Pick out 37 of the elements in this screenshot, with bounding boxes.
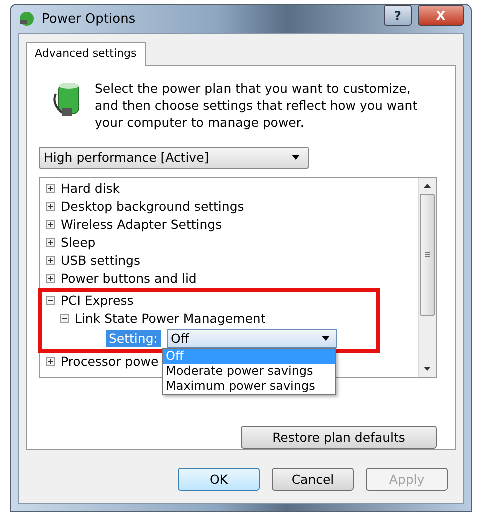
scroll-down-icon[interactable] xyxy=(424,367,431,371)
expand-icon[interactable] xyxy=(46,184,55,194)
expand-icon[interactable] xyxy=(46,274,55,284)
tree-item[interactable]: Desktop background settings xyxy=(46,198,244,216)
tree-item[interactable]: Hard disk xyxy=(46,180,120,198)
expand-icon[interactable] xyxy=(46,202,55,212)
tree-item[interactable]: Link State Power Management xyxy=(46,310,266,328)
tree-item[interactable]: Wireless Adapter Settings xyxy=(46,216,222,234)
collapse-icon[interactable] xyxy=(60,314,69,324)
grip-icon xyxy=(425,252,430,258)
setting-dropdown[interactable]: Off xyxy=(166,328,337,348)
restore-defaults-button[interactable]: Restore plan defaults xyxy=(241,426,437,449)
expand-icon[interactable] xyxy=(46,256,55,266)
dropdown-option[interactable]: Maximum power savings xyxy=(163,378,335,394)
intro-text: Select the power plan that you want to customize, and then choose settings that reflect how you want your computer to manage power. xyxy=(95,80,419,131)
help-button[interactable]: ? xyxy=(384,5,412,26)
expand-icon[interactable] xyxy=(46,220,55,230)
dropdown-arrow-icon xyxy=(322,336,330,341)
tree-item[interactable]: Sleep xyxy=(46,234,96,252)
window-title: Power Options xyxy=(42,12,137,26)
tree-item[interactable]: Power buttons and lid xyxy=(46,270,197,288)
dropdown-option[interactable]: Moderate power savings xyxy=(163,364,335,379)
tree-item[interactable]: USB settings xyxy=(46,252,140,270)
scrollbar[interactable] xyxy=(418,178,436,377)
scroll-thumb[interactable] xyxy=(420,194,435,316)
setting-label: Setting: xyxy=(106,330,161,347)
tree-item[interactable]: Processor powe xyxy=(46,352,159,371)
expand-icon[interactable] xyxy=(46,357,55,366)
power-plan-dropdown[interactable]: High performance [Active] xyxy=(39,147,309,169)
dialog-button[interactable]: Cancel xyxy=(272,468,354,491)
scroll-up-icon[interactable] xyxy=(424,184,431,188)
dialog-button[interactable]: OK xyxy=(178,468,260,491)
expand-icon[interactable] xyxy=(46,238,55,248)
collapse-icon[interactable] xyxy=(46,296,55,306)
dropdown-arrow-icon xyxy=(292,155,300,160)
tab[interactable]: Advanced settings xyxy=(26,42,146,66)
tree-item[interactable]: PCI Express xyxy=(46,292,134,310)
